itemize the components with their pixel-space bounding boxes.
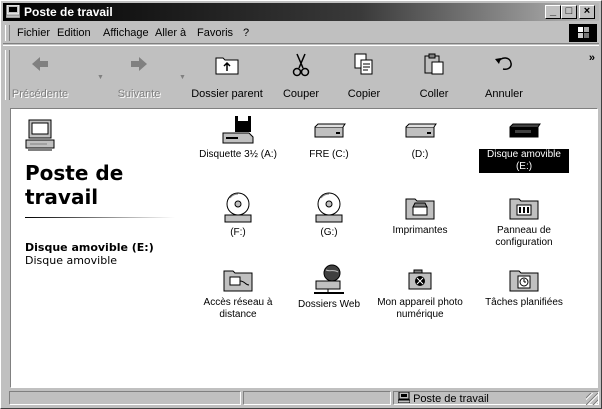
status-panel-location: Poste de travail	[393, 391, 599, 405]
toolbar: Précédente ▼ Suivante ▼ Dossier parent C…	[3, 45, 599, 104]
drive-c-item[interactable]: FRE (C:)	[284, 115, 374, 161]
drive-g-item[interactable]: (G:)	[284, 191, 374, 239]
close-button[interactable]: ×	[579, 5, 595, 19]
window: Poste de travail _ □ × Fichier Edition A…	[0, 0, 602, 409]
my-computer-large-icon	[25, 119, 55, 151]
floppy-drive-icon	[222, 116, 254, 144]
control-panel-icon	[509, 198, 539, 220]
menu-bar: Fichier Edition Affichage Aller à Favori…	[3, 23, 599, 44]
selected-item-type: Disque amovible	[25, 254, 118, 267]
web-view-pane: Poste de travail Disque amovible (E:) Di…	[11, 109, 179, 387]
resize-grip[interactable]	[586, 393, 598, 405]
control-panel-label: Panneau de configuration	[495, 225, 553, 248]
maximize-icon: □	[565, 5, 573, 17]
menu-fichier[interactable]: Fichier	[17, 27, 50, 39]
cd-drive-icon	[224, 192, 252, 223]
back-dropdown-icon[interactable]: ▼	[97, 74, 104, 81]
toolbar-overflow-chevron[interactable]: »	[589, 52, 595, 64]
parent-folder-button[interactable]: Dossier parent	[191, 50, 263, 104]
undo-label: Annuler	[485, 88, 523, 100]
status-panel-2	[243, 391, 391, 405]
printers-label: Imprimantes	[392, 225, 448, 236]
status-bar: Poste de travail	[3, 390, 599, 406]
forward-dropdown-icon[interactable]: ▼	[179, 74, 186, 81]
windows-logo-icon	[569, 24, 597, 42]
minimize-button[interactable]: _	[545, 5, 561, 19]
status-location-text: Poste de travail	[413, 393, 489, 405]
page-title-line1: Poste de	[25, 161, 124, 185]
forward-button[interactable]: Suivante	[111, 50, 167, 104]
my-computer-small-icon	[397, 391, 411, 404]
title-bar[interactable]: Poste de travail _ □ ×	[3, 3, 599, 21]
drive-f-item[interactable]: (F:)	[193, 191, 283, 239]
undo-icon	[495, 57, 512, 70]
dialup-label: Accès réseau à distance	[203, 297, 273, 320]
drive-d-label: (D:)	[411, 149, 429, 160]
drive-e-label: Disque amovible (E:)	[479, 149, 569, 173]
forward-label: Suivante	[117, 88, 161, 100]
folder-up-icon	[215, 57, 239, 75]
menu-favoris[interactable]: Favoris	[197, 27, 233, 39]
camera-label: Mon appareil photo numérique	[377, 297, 463, 320]
page-title-line2: travail	[25, 185, 99, 209]
window-title: Poste de travail	[24, 5, 113, 19]
cut-button[interactable]: Couper	[277, 50, 325, 104]
removable-disk-icon	[509, 123, 541, 138]
drive-g-label: (G:)	[320, 227, 338, 238]
menu-aide[interactable]: ?	[243, 27, 249, 39]
paste-icon	[424, 53, 444, 75]
drive-d-item[interactable]: (D:)	[375, 115, 465, 161]
cd-drive-icon	[315, 192, 343, 223]
copy-button[interactable]: Copier	[339, 50, 389, 104]
title-divider	[25, 217, 175, 218]
copy-icon	[354, 53, 373, 75]
menu-edition[interactable]: Edition	[57, 27, 91, 39]
web-folders-label: Dossiers Web	[297, 299, 361, 310]
back-label: Précédente	[11, 88, 69, 100]
my-computer-icon	[6, 5, 20, 18]
printers-item[interactable]: Imprimantes	[375, 191, 465, 237]
parent-folder-label: Dossier parent	[191, 88, 263, 100]
camera-item[interactable]: Mon appareil photo numérique	[375, 263, 465, 321]
menu-affichage[interactable]: Affichage	[103, 27, 149, 39]
maximize-button[interactable]: □	[561, 5, 577, 19]
arrow-right-icon	[131, 57, 147, 71]
dialup-item[interactable]: Accès réseau à distance	[193, 263, 283, 321]
cut-label: Couper	[282, 88, 320, 100]
drive-c-label: FRE (C:)	[309, 149, 349, 160]
selected-item-name: Disque amovible (E:)	[25, 241, 154, 254]
dialup-networking-icon	[223, 270, 253, 292]
status-panel-1	[9, 391, 241, 405]
camera-folder-icon	[408, 269, 432, 290]
hard-drive-icon	[314, 123, 346, 138]
scheduled-tasks-item[interactable]: Tâches planifiées	[479, 263, 569, 309]
paste-button[interactable]: Coller	[409, 50, 459, 104]
drive-a-item[interactable]: Disquette 3½ (A:)	[193, 115, 283, 161]
folder-view: Poste de travail Disque amovible (E:) Di…	[10, 108, 598, 388]
copy-label: Copier	[347, 88, 381, 100]
scheduled-tasks-icon	[509, 270, 539, 292]
menubar-grip[interactable]	[5, 25, 10, 41]
close-icon: ×	[583, 5, 591, 17]
web-folders-item[interactable]: Dossiers Web	[284, 263, 374, 311]
menu-aller-a[interactable]: Aller à	[155, 27, 186, 39]
drive-f-label: (F:)	[230, 227, 246, 238]
drive-e-item[interactable]: Disque amovible (E:)	[479, 115, 569, 173]
printers-folder-icon	[405, 198, 435, 220]
back-button[interactable]: Précédente	[11, 50, 69, 104]
web-folders-icon	[314, 264, 344, 294]
drive-a-label: Disquette 3½ (A:)	[199, 149, 277, 160]
minimize-icon: _	[549, 5, 557, 17]
toolbar-grip[interactable]	[5, 50, 10, 100]
scissors-icon	[292, 53, 310, 77]
arrow-left-icon	[32, 57, 48, 71]
paste-label: Coller	[419, 88, 449, 100]
scheduled-tasks-label: Tâches planifiées	[485, 297, 563, 308]
hard-drive-icon	[405, 123, 437, 138]
page-title: Poste de travail	[25, 161, 123, 209]
undo-button[interactable]: Annuler	[477, 50, 531, 104]
control-panel-item[interactable]: Panneau de configuration	[479, 191, 569, 249]
